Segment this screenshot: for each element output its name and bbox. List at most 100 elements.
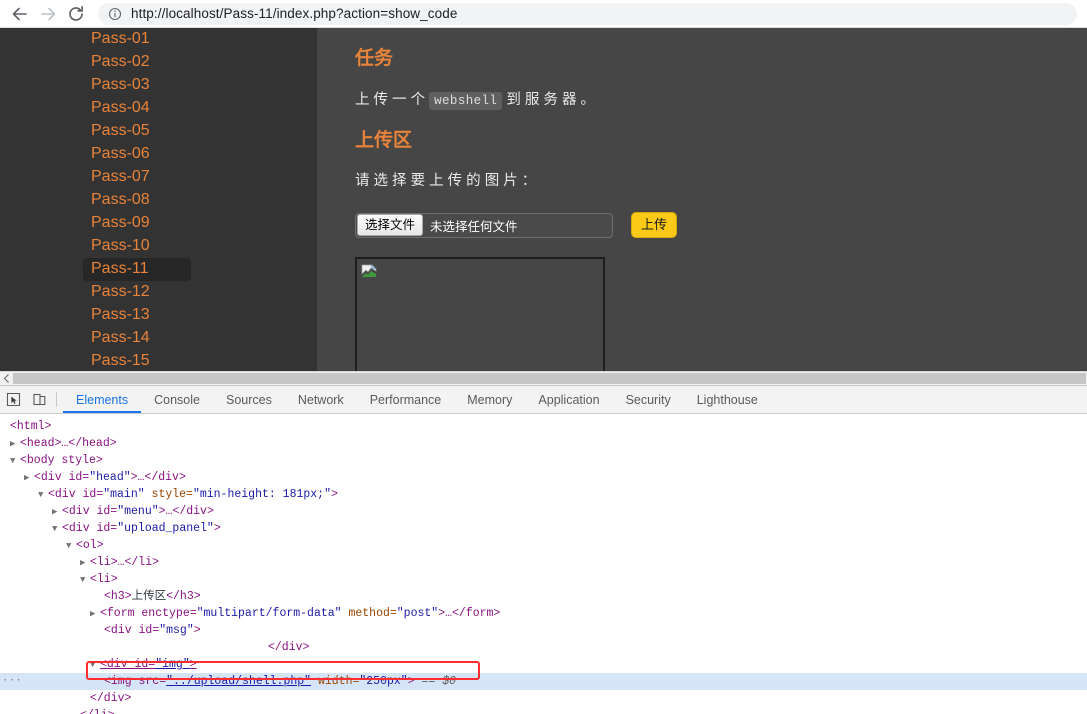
sidebar-item-pass-02[interactable]: Pass-02 <box>83 51 191 74</box>
sidebar-item-pass-14[interactable]: Pass-14 <box>83 327 191 350</box>
tab-console[interactable]: Console <box>141 386 213 413</box>
dom-node-form[interactable]: ▶ <form enctype="multipart/form-data" met… <box>0 605 1087 622</box>
webshell-code-chip: webshell <box>429 92 503 110</box>
dom-node-ol[interactable]: ▼ <ol> <box>0 537 1087 554</box>
tab-security[interactable]: Security <box>613 386 684 413</box>
info-circle-icon[interactable] <box>108 7 122 21</box>
dom-text: > <box>407 675 415 688</box>
list-item: Pass-15 <box>0 350 317 373</box>
collapse-triangle-icon[interactable]: ▼ <box>38 487 48 504</box>
scroll-left-arrow-icon[interactable] <box>0 372 13 385</box>
expand-triangle-icon[interactable]: ▶ <box>24 470 34 487</box>
tab-sources[interactable]: Sources <box>213 386 285 413</box>
dom-text: <div id= <box>100 658 156 671</box>
dom-text: <ol> <box>76 539 104 552</box>
dom-node-div-main[interactable]: ▼ <div id="main" style="min-height: 181px… <box>0 486 1087 503</box>
dom-node-head[interactable]: ▶ <head>…</head> <box>0 435 1087 452</box>
dom-text: "250px" <box>359 675 408 688</box>
scrollbar-thumb[interactable] <box>13 373 1086 384</box>
tab-memory[interactable]: Memory <box>454 386 525 413</box>
devtools-tab-bar: Elements Console Sources Network Perform… <box>63 386 1087 413</box>
dom-node-div-msg[interactable]: <div id="msg"> <box>0 622 1087 639</box>
device-toolbar-button[interactable] <box>26 386 52 413</box>
back-button[interactable] <box>6 0 34 28</box>
dom-node-html[interactable]: <html> <box>0 418 1087 435</box>
dom-text: >…</form> <box>438 607 501 620</box>
dom-text: width= <box>311 675 360 688</box>
expand-triangle-icon[interactable]: ▶ <box>90 606 100 623</box>
dom-node-div-img-close[interactable]: </div> <box>0 690 1087 707</box>
dom-node-li-close[interactable]: </li> <box>0 707 1087 714</box>
truncation-dots: ··· <box>2 675 22 687</box>
expand-triangle-icon[interactable]: ▶ <box>52 504 62 521</box>
inspect-element-button[interactable] <box>0 386 26 413</box>
list-item: Pass-09 <box>0 212 317 235</box>
file-input[interactable]: 选择文件 未选择任何文件 <box>355 212 613 238</box>
tab-application[interactable]: Application <box>525 386 612 413</box>
sidebar-item-pass-08[interactable]: Pass-08 <box>83 189 191 212</box>
tab-elements[interactable]: Elements <box>63 386 142 413</box>
sidebar-item-pass-09[interactable]: Pass-09 <box>83 212 191 235</box>
address-bar[interactable]: http://localhost/Pass-11/index.php?actio… <box>98 2 1077 25</box>
dom-node-div-img[interactable]: ▼ <div id="img"> <box>0 656 1087 673</box>
page-horizontal-scrollbar[interactable] <box>0 371 1087 385</box>
dom-text: <div id= <box>34 471 90 484</box>
sidebar-item-pass-06[interactable]: Pass-06 <box>83 143 191 166</box>
choose-file-button[interactable]: 选择文件 <box>357 214 424 236</box>
dom-node-div-upload-panel[interactable]: ▼ <div id="upload_panel"> <box>0 520 1087 537</box>
sidebar-item-pass-05[interactable]: Pass-05 <box>83 120 191 143</box>
expand-triangle-icon[interactable]: ▶ <box>80 555 90 572</box>
image-preview-box <box>355 257 605 375</box>
upload-form-row: 选择文件 未选择任何文件 上传 <box>355 212 1087 238</box>
dom-node-div-head[interactable]: ▶ <div id="head">…</div> <box>0 469 1087 486</box>
sidebar-item-pass-10[interactable]: Pass-10 <box>83 235 191 258</box>
list-item: Pass-08 <box>0 189 317 212</box>
dom-text[interactable]: "../upload/shell.php" <box>166 675 311 688</box>
reload-button[interactable] <box>62 0 90 28</box>
upload-heading: 上传区 <box>355 130 413 151</box>
dom-node-div-menu[interactable]: ▶ <div id="menu">…</div> <box>0 503 1087 520</box>
dom-text: > <box>189 658 197 671</box>
sidebar-item-pass-12[interactable]: Pass-12 <box>83 281 191 304</box>
tab-network[interactable]: Network <box>285 386 357 413</box>
list-item: Pass-03 <box>0 74 317 97</box>
sidebar-item-pass-07[interactable]: Pass-07 <box>83 166 191 189</box>
dom-node-h3[interactable]: <h3>上传区</h3> <box>0 588 1087 605</box>
list-item: Pass-01 <box>0 28 317 51</box>
collapse-triangle-icon[interactable]: ▼ <box>66 538 76 555</box>
dom-node-body[interactable]: ▼ <body style> <box>0 452 1087 469</box>
device-toolbar-icon <box>32 393 45 406</box>
browser-toolbar: http://localhost/Pass-11/index.php?actio… <box>0 0 1087 28</box>
dom-node-li-1[interactable]: ▶ <li>…</li> <box>0 554 1087 571</box>
sidebar-item-pass-15[interactable]: Pass-15 <box>83 350 191 373</box>
dom-node-div-msg-close[interactable]: </div> <box>0 639 1087 656</box>
collapse-triangle-icon[interactable]: ▼ <box>80 572 90 589</box>
sidebar-item-pass-01[interactable]: Pass-01 <box>83 28 191 51</box>
tab-performance[interactable]: Performance <box>357 386 455 413</box>
dom-text: <div id= <box>62 522 118 535</box>
list-item: Pass-11 <box>0 258 317 281</box>
sidebar-item-pass-04[interactable]: Pass-04 <box>83 97 191 120</box>
sidebar-item-pass-13[interactable]: Pass-13 <box>83 304 191 327</box>
list-item: Pass-06 <box>0 143 317 166</box>
collapse-triangle-icon[interactable]: ▼ <box>90 657 100 674</box>
dom-node-img-selected[interactable]: ··· <img src="../upload/shell.php" width=… <box>0 673 1087 690</box>
collapse-triangle-icon[interactable]: ▼ <box>10 453 20 470</box>
dom-text: "head" <box>89 471 131 484</box>
page-menu: Pass-01 Pass-02 Pass-03 Pass-04 Pass-05 … <box>0 28 317 372</box>
expand-triangle-icon[interactable]: ▶ <box>10 436 20 453</box>
list-item: Pass-13 <box>0 304 317 327</box>
collapse-triangle-icon[interactable]: ▼ <box>52 521 62 538</box>
dom-text: <div id= <box>104 624 160 637</box>
upload-submit-button[interactable]: 上传 <box>631 212 678 238</box>
sidebar-item-pass-11[interactable]: Pass-11 <box>83 258 191 281</box>
dom-text: "menu" <box>117 505 159 518</box>
dom-text: > <box>213 522 221 535</box>
dom-text: <body style> <box>20 454 103 467</box>
dom-node-li-2[interactable]: ▼ <li> <box>0 571 1087 588</box>
forward-button[interactable] <box>34 0 62 28</box>
dom-text: </div> <box>90 692 132 705</box>
dom-text: "msg" <box>159 624 194 637</box>
tab-lighthouse[interactable]: Lighthouse <box>684 386 771 413</box>
sidebar-item-pass-03[interactable]: Pass-03 <box>83 74 191 97</box>
